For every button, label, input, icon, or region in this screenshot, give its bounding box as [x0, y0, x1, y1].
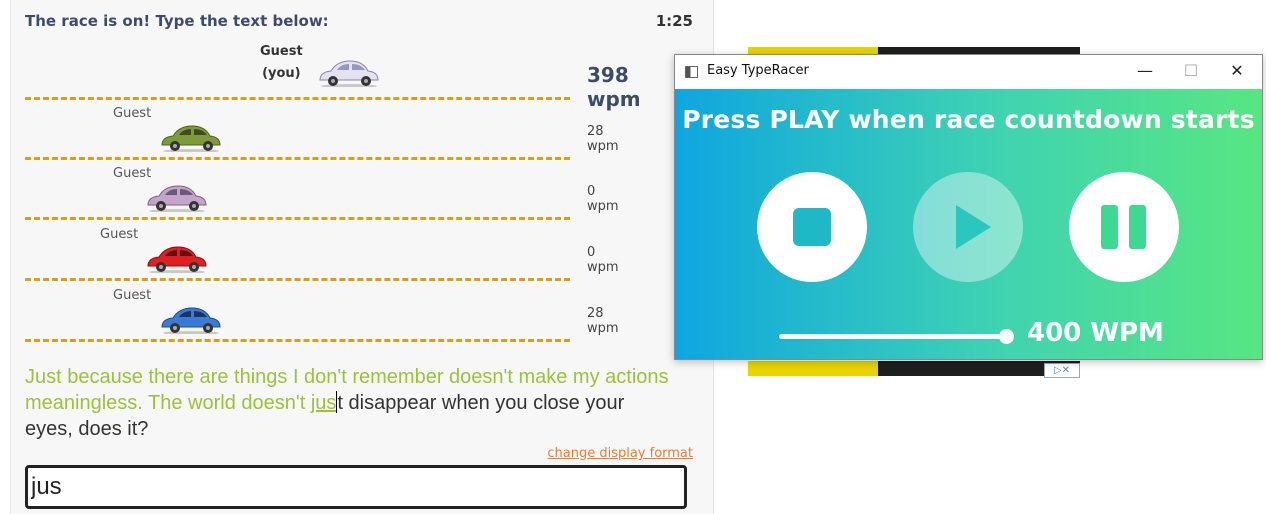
change-display-format-link[interactable]: change display format — [547, 446, 693, 461]
app-window-icon — [685, 66, 698, 78]
stop-button[interactable] — [757, 172, 867, 282]
race-header: The race is on! Type the text below: — [25, 12, 329, 30]
race-passage: Just because there are things I don't re… — [25, 364, 675, 442]
racer-name: Guest (you) — [260, 44, 303, 81]
racer-name: Guest — [113, 106, 152, 121]
stop-icon — [793, 208, 831, 246]
minimize-button[interactable]: — — [1122, 55, 1168, 89]
racer-name: Guest — [100, 227, 139, 242]
close-button[interactable]: ✕ — [1214, 55, 1260, 89]
passage-current-word: jus — [310, 392, 337, 414]
window-titlebar: Easy TypeRacer — ☐ ✕ — [675, 55, 1262, 89]
pause-icon — [1101, 205, 1146, 249]
race-panel: The race is on! Type the text below: 1:2… — [10, 0, 714, 514]
racer-car-icon — [319, 60, 379, 87]
app-body: Press PLAY when race countdown starts 40… — [675, 89, 1262, 359]
racer-car-icon — [147, 185, 207, 212]
window-title: Easy TypeRacer — [707, 63, 809, 78]
app-heading: Press PLAY when race countdown starts — [682, 105, 1255, 134]
racer-wpm: 0 wpm — [587, 184, 619, 214]
speed-label: 400 WPM — [1027, 318, 1164, 348]
typing-input[interactable] — [25, 465, 687, 509]
race-lane: Guest 0 wpm — [25, 218, 619, 281]
racer-wpm: 28 wpm — [587, 124, 619, 154]
race-lane: Guest 28 wpm — [25, 97, 619, 160]
easy-typeracer-window: Easy TypeRacer — ☐ ✕ Press PLAY when rac… — [674, 54, 1263, 360]
play-button[interactable] — [913, 172, 1023, 282]
race-timer: 1:25 — [655, 12, 693, 30]
racer-car-icon — [161, 125, 221, 152]
advertisement-bottom — [748, 361, 1080, 376]
racer-wpm: 28 wpm — [587, 306, 619, 336]
pause-button[interactable] — [1069, 172, 1179, 282]
racer-car-icon — [147, 246, 207, 273]
race-lane: Guest 28 wpm — [25, 279, 619, 342]
racer-name: Guest — [113, 288, 152, 303]
maximize-button[interactable]: ☐ — [1168, 55, 1214, 89]
racer-wpm: 398 wpm — [587, 63, 641, 111]
ad-choices-icon[interactable]: ▷✕ — [1044, 363, 1080, 378]
speed-slider-handle[interactable] — [999, 329, 1014, 344]
race-lane-you: Guest (you) 398 wpm — [25, 37, 641, 111]
racer-wpm: 0 wpm — [587, 245, 619, 275]
play-icon — [956, 205, 991, 249]
speed-slider-track[interactable] — [779, 334, 1007, 339]
race-lane: Guest 0 wpm — [25, 157, 619, 220]
racer-car-icon — [161, 307, 221, 334]
